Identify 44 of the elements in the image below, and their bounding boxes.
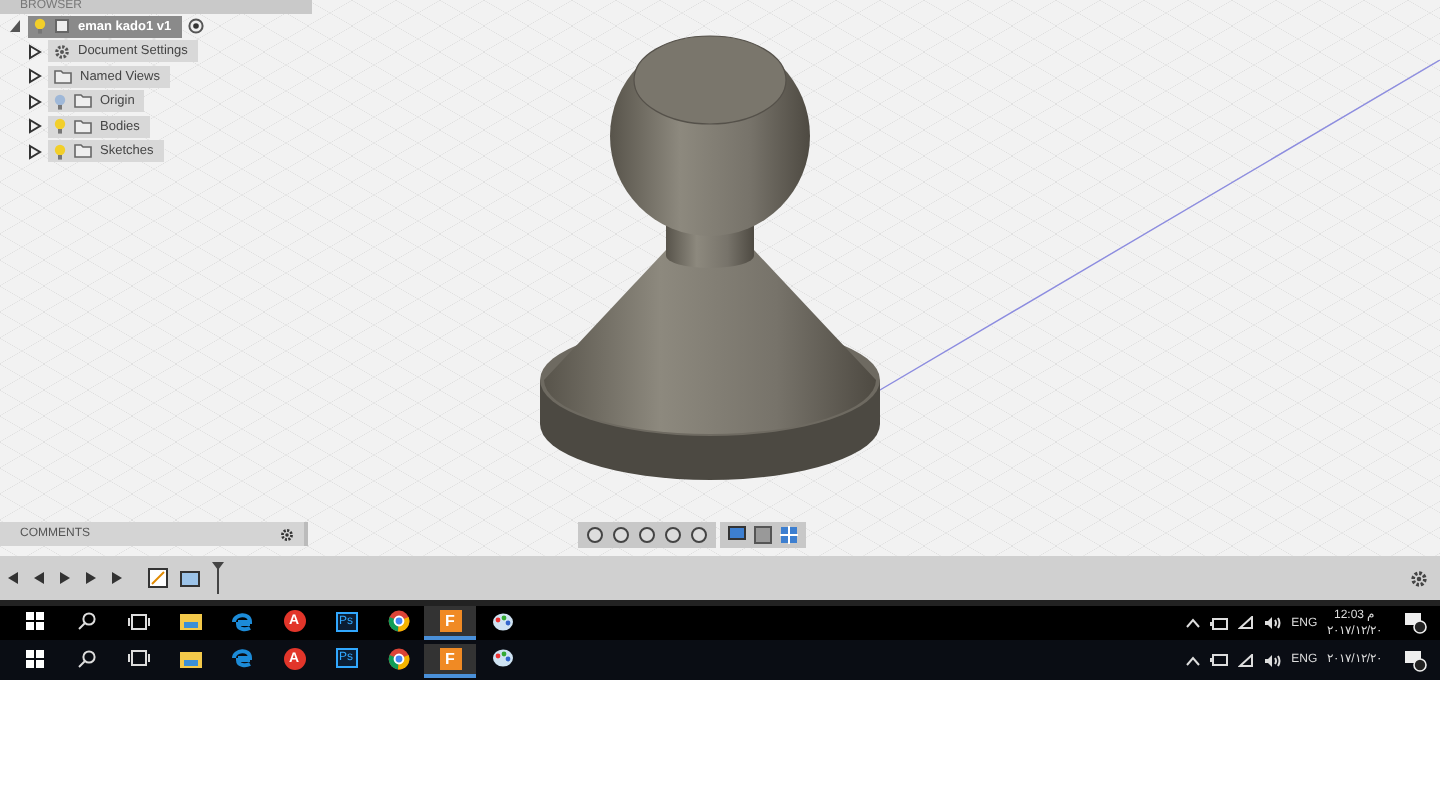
chrome-logo-icon[interactable] [387, 610, 409, 632]
light-bulb-icon[interactable] [34, 18, 46, 35]
timeline-marker-icon[interactable] [212, 562, 224, 594]
light-bulb-icon[interactable] [54, 143, 66, 160]
collapse-icon[interactable] [8, 18, 22, 35]
folder-icon[interactable] [179, 612, 201, 630]
notification-icon[interactable] [1404, 649, 1428, 671]
light-bulb-icon[interactable] [54, 93, 66, 110]
windows-logo-icon[interactable] [25, 649, 43, 667]
extrude-feature-icon[interactable] [180, 568, 200, 588]
battery-icon[interactable] [1209, 617, 1228, 629]
windows-logo-icon[interactable] [25, 612, 43, 630]
component-icon [54, 18, 70, 35]
skip-forward-icon[interactable] [110, 570, 124, 586]
folder-icon[interactable] [179, 649, 201, 667]
task-view-icon[interactable] [127, 650, 149, 666]
settings-icon[interactable] [1410, 569, 1428, 587]
speaker-icon[interactable] [1263, 616, 1282, 630]
edge-logo-icon[interactable] [232, 611, 252, 631]
wifi-icon[interactable] [1237, 653, 1254, 667]
grid-settings-icon[interactable] [754, 526, 772, 544]
speaker-icon[interactable] [1263, 653, 1282, 667]
chrome-logo-icon[interactable] [387, 647, 409, 669]
task-view-icon[interactable] [127, 613, 149, 629]
search-icon[interactable] [77, 612, 95, 630]
step-back-icon[interactable] [32, 570, 46, 586]
paint-palette-icon[interactable] [491, 648, 513, 668]
chevron-up-icon[interactable] [1185, 618, 1200, 628]
paint-palette-icon[interactable] [491, 611, 513, 631]
search-icon[interactable] [77, 649, 95, 667]
gear-icon[interactable] [54, 43, 70, 60]
radio-icon[interactable] [187, 18, 204, 35]
notification-icon[interactable] [1404, 612, 1428, 634]
sketch-feature-icon[interactable] [148, 568, 168, 588]
light-bulb-icon[interactable] [54, 118, 66, 135]
chevron-up-icon[interactable] [1185, 655, 1200, 665]
play-icon[interactable] [58, 570, 72, 586]
display-settings-icon[interactable] [728, 526, 746, 544]
viewports-icon[interactable] [780, 526, 798, 544]
step-forward-icon[interactable] [84, 570, 98, 586]
battery-icon[interactable] [1209, 654, 1228, 666]
edge-logo-icon[interactable] [232, 648, 252, 668]
skip-back-icon[interactable] [6, 570, 20, 586]
wifi-icon[interactable] [1237, 616, 1254, 630]
